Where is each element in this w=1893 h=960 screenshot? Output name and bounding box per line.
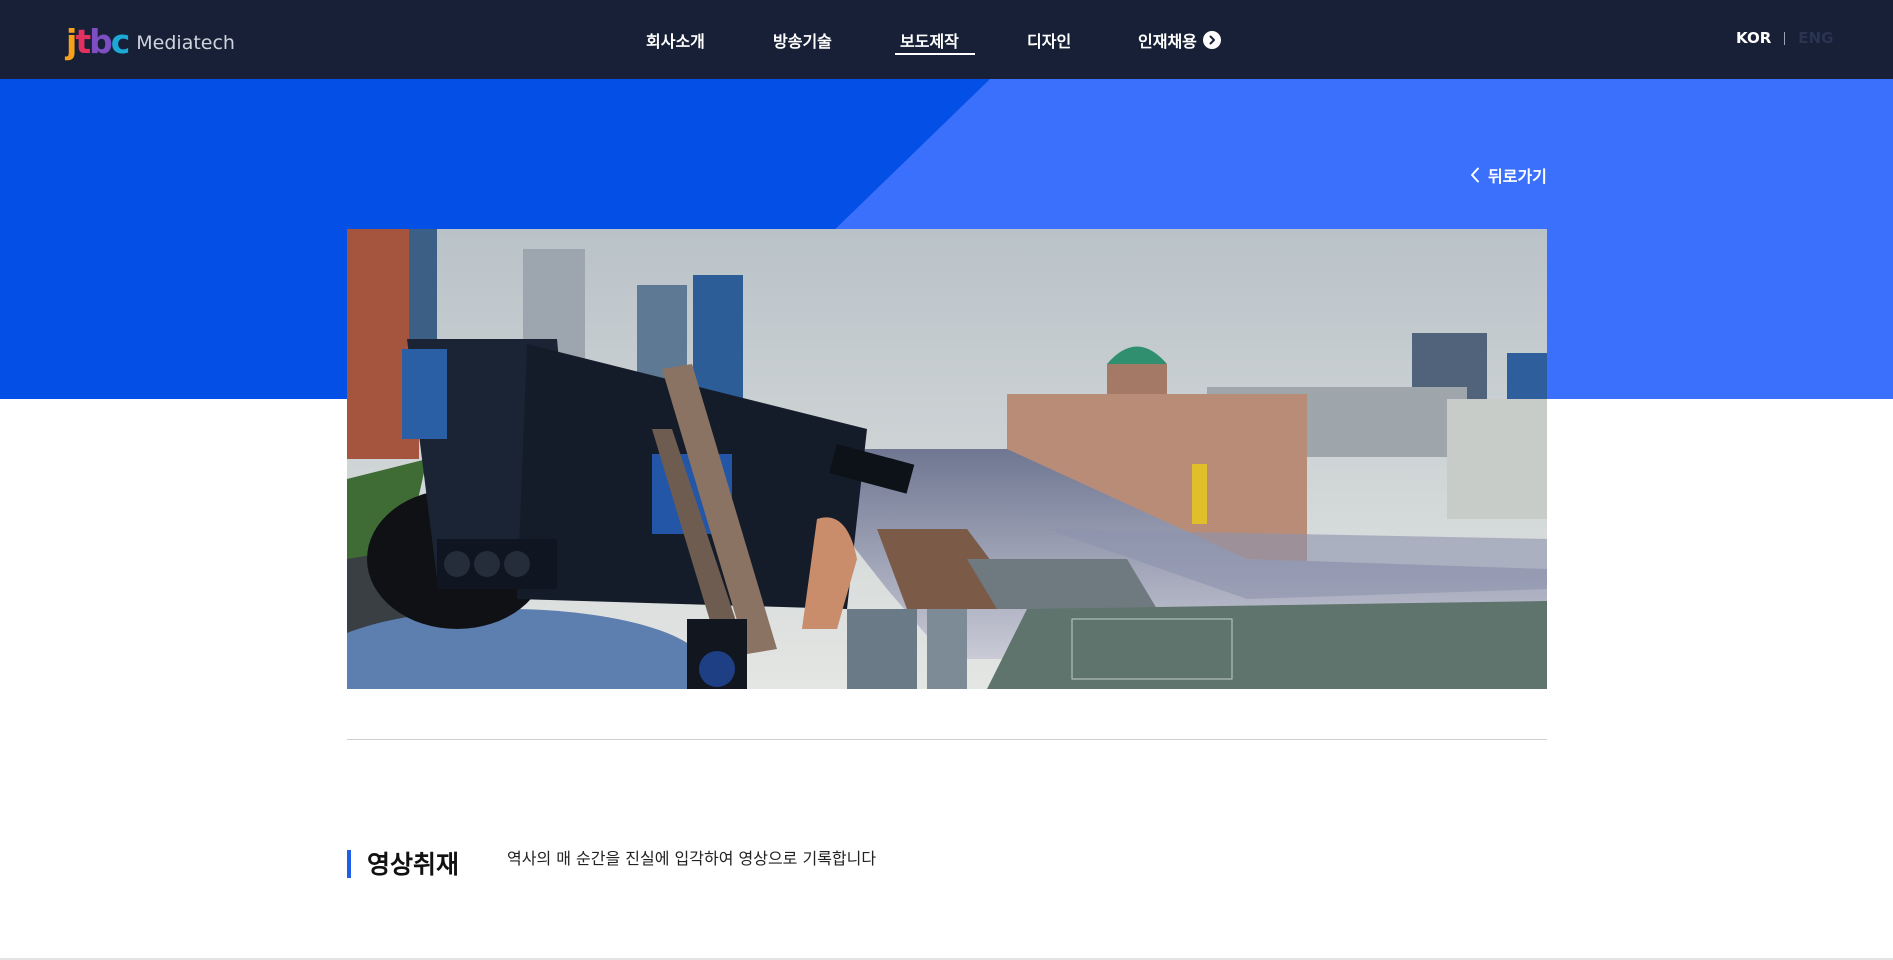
nav-item-recruit[interactable]: 인재채용 bbox=[1138, 0, 1238, 79]
lang-divider bbox=[1784, 31, 1786, 45]
back-button[interactable]: 뒤로가기 bbox=[1470, 163, 1547, 187]
site-header: jtbc Mediatech 회사소개 방송기술 보도제작 디자인 인재채용 K… bbox=[0, 0, 1893, 79]
nav-item-news-production[interactable]: 보도제작 bbox=[895, 0, 975, 79]
content-divider bbox=[347, 739, 1547, 740]
logo-text: Mediatech bbox=[136, 32, 235, 54]
nav-item-broadcast-tech[interactable]: 방송기술 bbox=[773, 0, 843, 79]
logo[interactable]: jtbc Mediatech bbox=[66, 22, 235, 58]
section-title: 영상취재 bbox=[347, 848, 459, 879]
hero-photo bbox=[347, 229, 1547, 689]
arrow-right-circle-icon bbox=[1202, 30, 1221, 49]
logo-mark: jtbc bbox=[66, 22, 130, 61]
nav-label: 보도제작 bbox=[900, 31, 959, 51]
nav-label: 회사소개 bbox=[646, 31, 705, 51]
nav-label: 인재채용 bbox=[1138, 31, 1197, 51]
lang-kor[interactable]: KOR bbox=[1736, 29, 1771, 47]
nav-label: 디자인 bbox=[1027, 31, 1072, 51]
section-description: 역사의 매 순간을 진실에 입각하여 영상으로 기록합니다 bbox=[507, 849, 877, 868]
nav-item-design[interactable]: 디자인 bbox=[1027, 0, 1087, 79]
nav-item-company[interactable]: 회사소개 bbox=[646, 0, 716, 79]
back-label: 뒤로가기 bbox=[1488, 167, 1547, 186]
chevron-left-icon bbox=[1471, 167, 1479, 183]
nav-label: 방송기술 bbox=[773, 31, 832, 51]
lang-eng[interactable]: ENG bbox=[1798, 29, 1833, 47]
language-switcher: KOR ENG bbox=[1736, 26, 1833, 50]
